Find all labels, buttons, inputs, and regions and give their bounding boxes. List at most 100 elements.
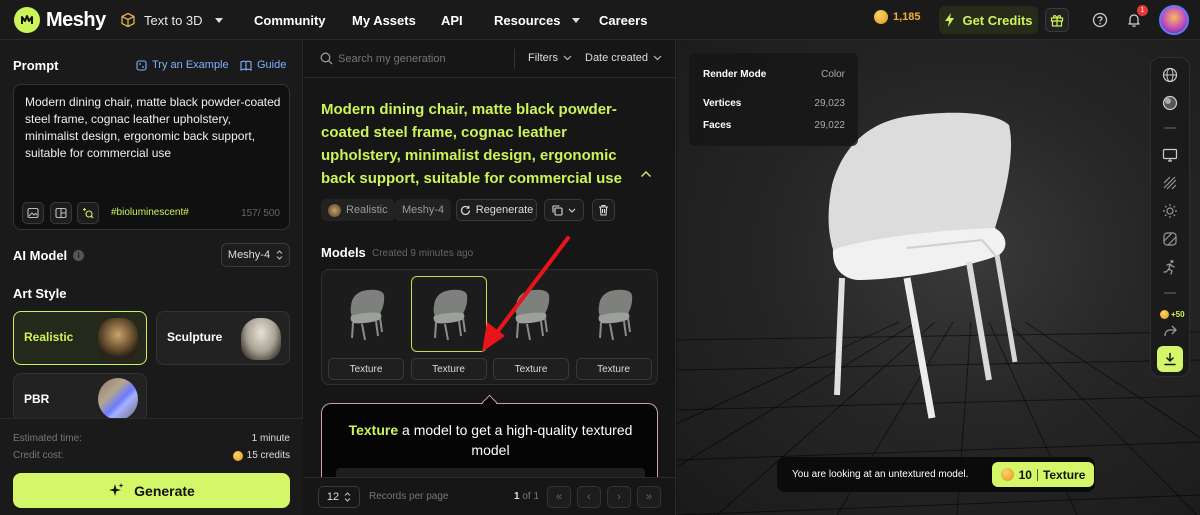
notifications-button[interactable]: 1 <box>1122 5 1148 32</box>
gift-button[interactable] <box>1045 8 1069 32</box>
top-bar: Meshy Text to 3D Community My Assets API… <box>0 0 1200 40</box>
char-count: 157/ 500 <box>241 208 280 219</box>
notification-badge: 1 <box>1137 5 1148 16</box>
ai-model-value: Meshy-4 <box>227 249 271 261</box>
next-page-button[interactable]: › <box>607 486 631 508</box>
divider <box>514 49 515 69</box>
stripes-icon <box>1163 176 1177 190</box>
nav-api[interactable]: API <box>441 0 463 40</box>
logo[interactable]: Meshy <box>14 7 106 33</box>
bonus-credits-badge: +50 <box>1160 310 1185 319</box>
guide-link[interactable]: Guide <box>240 59 286 71</box>
3d-viewport[interactable]: Render Mode Color Vertices 29,023 Faces … <box>677 40 1200 515</box>
chevron-down-icon <box>568 208 576 213</box>
search-input[interactable] <box>338 49 508 69</box>
texture-button[interactable]: Texture <box>328 358 404 380</box>
uv-button[interactable] <box>1159 228 1181 250</box>
button-divider <box>1036 468 1038 481</box>
sparkle-icon <box>109 483 124 496</box>
monitor-icon <box>1162 148 1178 162</box>
display-button[interactable] <box>1159 144 1181 166</box>
prompt-textarea[interactable]: Modern dining chair, matte black powder-… <box>13 84 290 230</box>
models-created-time: Created 9 minutes ago <box>372 248 474 259</box>
try-example-link[interactable]: Try an Example <box>136 59 229 71</box>
page-indicator: 1 of 1 <box>514 491 539 502</box>
info-key: Render Mode <box>703 69 767 80</box>
regenerate-button[interactable]: Regenerate <box>456 199 537 221</box>
left-panel: Prompt Try an Example Guide Modern dinin… <box>0 40 303 515</box>
nav-community[interactable]: Community <box>254 0 326 40</box>
art-style-pbr[interactable]: PBR <box>13 373 147 421</box>
generate-button[interactable]: Generate <box>13 473 290 508</box>
models-heading: Models <box>321 245 366 260</box>
info-key: Faces <box>703 120 732 131</box>
texture-model-button[interactable]: 10 Texture <box>992 462 1094 487</box>
avatar[interactable] <box>1159 5 1189 35</box>
filters-dropdown[interactable]: Filters <box>528 52 572 64</box>
model-thumbnail[interactable] <box>410 276 487 352</box>
info-icon: i <box>73 250 85 261</box>
texture-button[interactable]: Texture <box>575 358 652 380</box>
download-button[interactable] <box>1157 346 1183 372</box>
enhance-prompt-button[interactable] <box>77 202 99 224</box>
coin-icon <box>232 450 243 461</box>
generation-title: Modern dining chair, matte black powder-… <box>321 101 622 187</box>
per-page-value: 12 <box>326 491 340 503</box>
texture-pattern-button[interactable] <box>1159 172 1181 194</box>
template-button[interactable] <box>50 202 72 224</box>
nav-resources[interactable]: Resources <box>494 0 581 40</box>
last-page-button[interactable]: » <box>637 486 661 508</box>
prev-page-button[interactable]: ‹ <box>577 486 601 508</box>
get-credits-label: Get Credits <box>962 12 1033 28</box>
sun-icon <box>1163 204 1177 218</box>
art-style-realistic[interactable]: Realistic <box>13 311 147 365</box>
animate-button[interactable] <box>1159 256 1181 278</box>
page-total: of 1 <box>522 491 540 502</box>
credits-balance-value: 1,185 <box>893 11 921 23</box>
pagination: 12 Records per page 1 of 1 « ‹ › » <box>304 477 675 515</box>
nav-my-assets[interactable]: My Assets <box>352 0 416 40</box>
first-page-button[interactable]: « <box>547 486 571 508</box>
chevron-down-icon <box>572 17 581 23</box>
lighting-button[interactable] <box>1159 200 1181 222</box>
texture-button[interactable]: Texture <box>493 358 569 380</box>
trash-icon <box>599 204 608 216</box>
share-button[interactable] <box>1159 320 1181 342</box>
chevron-down-icon <box>653 55 662 61</box>
credit-cost-label: Credit cost: <box>13 450 64 461</box>
material-sphere-button[interactable] <box>1159 92 1181 114</box>
chair-thumbnail-icon <box>433 289 467 341</box>
ai-model-label-row: AI Model i <box>13 248 85 263</box>
refresh-icon <box>460 205 470 215</box>
sort-dropdown[interactable]: Date created <box>585 52 662 64</box>
wireframe-sphere-button[interactable] <box>1159 64 1181 86</box>
model-thumbnail[interactable] <box>493 276 569 352</box>
delete-button[interactable] <box>592 199 615 221</box>
bonus-value: +50 <box>1171 310 1185 319</box>
get-credits-button[interactable]: Get Credits <box>939 6 1038 34</box>
art-style-label: Art Style <box>13 286 67 301</box>
render-mode-row[interactable]: Render Mode Color <box>703 69 845 80</box>
model-thumbnail[interactable] <box>328 276 404 352</box>
help-button[interactable] <box>1088 8 1112 32</box>
ai-model-select[interactable]: Meshy-4 <box>221 243 290 267</box>
credits-balance[interactable]: 1,185 <box>874 10 921 24</box>
ai-model-label: AI Model <box>13 248 68 263</box>
art-style-sculpture[interactable]: Sculpture <box>156 311 290 365</box>
pbr-thumbnail <box>98 378 138 420</box>
per-page-select[interactable]: 12 <box>318 486 360 508</box>
nav-careers[interactable]: Careers <box>599 0 647 40</box>
sort-label: Date created <box>585 52 648 64</box>
mode-selector-button[interactable]: Text to 3D <box>108 6 235 34</box>
toolbar-divider <box>1164 292 1176 294</box>
share-arrow-icon <box>1163 325 1177 337</box>
texture-button[interactable]: Texture <box>410 358 487 380</box>
chevron-up-icon[interactable] <box>640 170 652 178</box>
untextured-message: You are looking at an untextured model. <box>792 469 969 480</box>
image-prompt-button[interactable] <box>22 202 44 224</box>
hashtag-suggestion[interactable]: #bioluminescent# <box>111 207 189 218</box>
model-thumbnail[interactable] <box>576 276 652 352</box>
duplicate-dropdown-button[interactable] <box>544 199 584 221</box>
search-icon <box>320 52 333 65</box>
logo-text: Meshy <box>46 8 106 31</box>
